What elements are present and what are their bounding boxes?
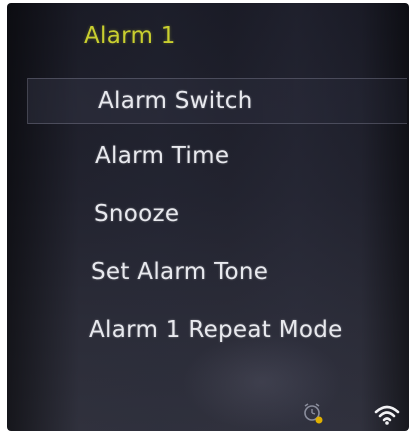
page-title: Alarm 1 bbox=[84, 23, 176, 49]
menu-item-label: Set Alarm Tone bbox=[91, 259, 269, 285]
menu-item-alarm-time[interactable]: Alarm Time bbox=[27, 134, 407, 180]
menu-item-alarm-repeat-mode[interactable]: Alarm 1 Repeat Mode bbox=[27, 308, 407, 354]
device-frame: Alarm 1 Alarm Switch Alarm Time Snooze S… bbox=[0, 0, 417, 437]
menu-item-label: Alarm Time bbox=[95, 143, 230, 169]
menu-item-label: Snooze bbox=[94, 201, 180, 227]
menu-item-label: Alarm Switch bbox=[98, 88, 253, 114]
menu-item-set-alarm-tone[interactable]: Set Alarm Tone bbox=[27, 250, 407, 296]
wifi-icon bbox=[373, 402, 401, 426]
menu-item-label: Alarm 1 Repeat Mode bbox=[89, 317, 343, 343]
menu-item-alarm-switch[interactable]: Alarm Switch bbox=[27, 78, 407, 124]
menu-item-snooze[interactable]: Snooze bbox=[27, 192, 407, 238]
alarm-clock-icon bbox=[301, 401, 325, 425]
display-screen: Alarm 1 Alarm Switch Alarm Time Snooze S… bbox=[7, 3, 409, 431]
